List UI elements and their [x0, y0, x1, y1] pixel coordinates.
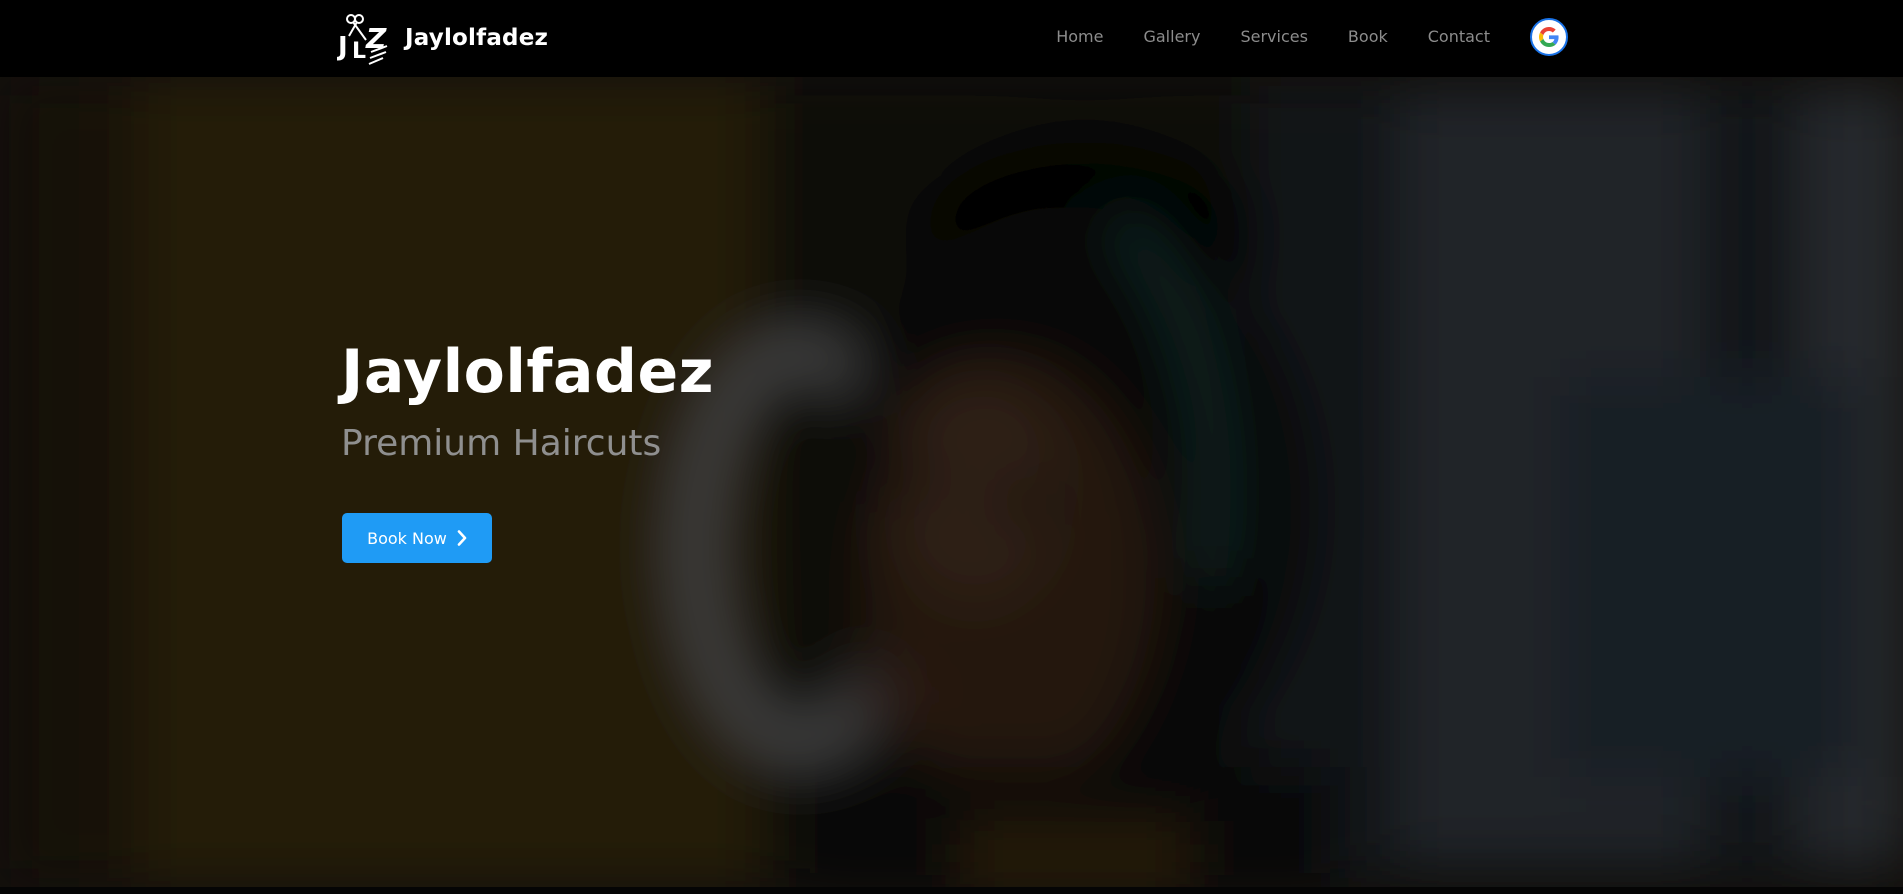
svg-text:J: J: [337, 32, 348, 62]
google-icon: [1539, 27, 1559, 47]
nav-link-gallery[interactable]: Gallery: [1143, 16, 1200, 58]
brand-home-link[interactable]: J L Z Jaylolfadez: [337, 8, 548, 68]
jlz-scissors-logo: J L Z: [337, 14, 388, 65]
nav-link-contact[interactable]: Contact: [1428, 16, 1490, 58]
nav-link-services[interactable]: Services: [1240, 16, 1307, 58]
google-signin-button[interactable]: [1530, 18, 1568, 56]
book-now-label: Book Now: [367, 528, 447, 548]
main-nav: Home Gallery Services Book Contact: [1056, 16, 1568, 58]
nav-link-home[interactable]: Home: [1056, 16, 1103, 58]
hero-section: Jaylolfadez Premium Haircuts Book Now: [0, 77, 1903, 887]
svg-text:L: L: [352, 39, 366, 64]
chevron-right-icon: [457, 530, 467, 546]
hero-title: Jaylolfadez: [341, 337, 715, 407]
nav-link-book[interactable]: Book: [1348, 16, 1388, 58]
page-bottom-edge: [0, 887, 1903, 894]
hero-subtitle: Premium Haircuts: [341, 423, 662, 464]
navbar: J L Z Jaylolfadez Home Gallery Services …: [0, 0, 1903, 77]
book-now-button[interactable]: Book Now: [342, 513, 492, 563]
brand-name: Jaylolfadez: [405, 25, 549, 51]
hero-overlay: [0, 77, 1903, 887]
